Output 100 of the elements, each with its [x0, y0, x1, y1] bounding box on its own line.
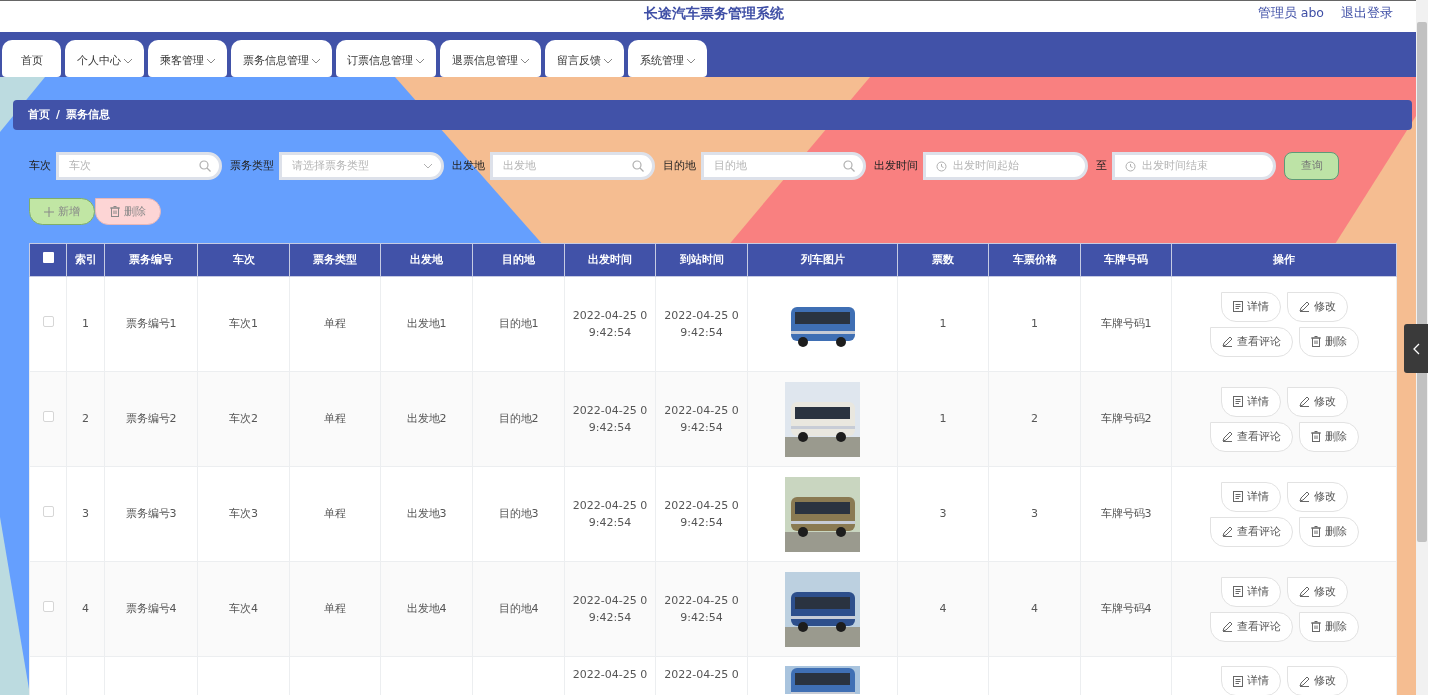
caret-icon: [423, 163, 433, 169]
search-icon: [632, 160, 644, 172]
edit-button[interactable]: 修改: [1286, 386, 1348, 417]
nav-tab[interactable]: 首页: [2, 40, 61, 77]
document-icon: [1232, 491, 1243, 502]
table-cell: 2022-04-25 09:42:54: [572, 594, 648, 624]
table-cell: 2: [82, 411, 89, 425]
filter-label: 至: [1096, 158, 1107, 174]
filter-label: 出发地: [452, 158, 485, 174]
table-cell: 目的地4: [498, 601, 539, 615]
delete-button[interactable]: 删除: [1298, 326, 1359, 357]
table-cell: 4: [939, 601, 947, 615]
table-cell: 1: [1031, 316, 1038, 330]
breadcrumb-link[interactable]: 首页: [28, 107, 50, 123]
edit-button[interactable]: 修改: [1286, 291, 1348, 322]
column-header: 列车图片: [747, 243, 898, 277]
details-button[interactable]: 详情: [1220, 291, 1281, 322]
table-cell: 4: [82, 601, 89, 615]
search-icon: [199, 160, 211, 172]
trash-icon: [110, 206, 120, 217]
logout-link[interactable]: 退出登录: [1341, 4, 1393, 23]
app-title: 长途汽车票务管理系统: [644, 4, 784, 23]
table-cell: 车次4: [229, 601, 258, 615]
edit-button[interactable]: 查看评论: [1209, 516, 1293, 547]
clock-icon: [936, 160, 947, 172]
document-icon: [1232, 586, 1243, 597]
side-panel-toggle[interactable]: [1404, 324, 1428, 373]
row-checkbox[interactable]: [42, 505, 54, 517]
table-cell: 出发地3: [406, 506, 447, 520]
select-all-checkbox[interactable]: [42, 252, 54, 264]
table-cell: 3: [939, 506, 947, 520]
table-cell: 2022-04-25 09:42:54: [664, 404, 739, 434]
table-cell: 出发地1: [406, 316, 447, 330]
table-cell: 2022-04-25 09:42:54: [572, 309, 648, 339]
details-button[interactable]: 详情: [1220, 481, 1281, 512]
edit-button[interactable]: 查看评论: [1209, 611, 1293, 642]
table-cell: 单程: [324, 601, 346, 615]
nav-tab[interactable]: 乘客管理: [148, 40, 227, 77]
table-cell: 3: [1031, 506, 1038, 520]
table-cell: 车牌号码4: [1100, 601, 1152, 615]
row-checkbox[interactable]: [42, 315, 54, 327]
edit-button[interactable]: 修改: [1286, 481, 1348, 512]
column-header: 目的地: [472, 243, 565, 277]
pen-icon: [1221, 431, 1233, 442]
table-cell: 车次3: [229, 506, 258, 520]
details-button[interactable]: 详情: [1220, 386, 1281, 417]
details-button[interactable]: 详情: [1220, 666, 1281, 695]
table-cell: 2022-04-25 09:42:54: [572, 499, 648, 529]
table-cell: 票务编号4: [125, 601, 177, 615]
trash-icon: [1310, 336, 1321, 347]
table-cell: 2022-04-25 0: [572, 668, 648, 681]
nav-tab[interactable]: 系统管理: [628, 40, 707, 77]
table-cell: 2: [1031, 411, 1038, 425]
table-cell: 2022-04-25 09:42:54: [664, 594, 739, 624]
delete-button[interactable]: 删除: [1298, 421, 1359, 452]
column-header: 票数: [897, 243, 989, 277]
nav-tab[interactable]: 票务信息管理: [231, 40, 332, 77]
nav-tab[interactable]: 个人中心: [65, 40, 144, 77]
column-header: 操作: [1171, 243, 1397, 277]
trash-icon: [1310, 526, 1321, 537]
filter-label: 票务类型: [230, 158, 274, 174]
breadcrumb-current: 票务信息: [65, 107, 110, 123]
pen-icon: [1298, 586, 1310, 597]
table-cell: 2022-04-25 0: [664, 668, 739, 681]
row-checkbox[interactable]: [42, 600, 54, 612]
table-cell: 票务编号3: [125, 506, 177, 520]
nav-tab[interactable]: 订票信息管理: [336, 40, 436, 77]
row-checkbox[interactable]: [42, 410, 54, 422]
document-icon: [1232, 396, 1243, 407]
filter-label: 车次: [29, 158, 51, 174]
table-cell: 票务编号1: [125, 316, 177, 330]
column-header: 车牌号码: [1080, 243, 1172, 277]
edit-button[interactable]: 修改: [1286, 666, 1348, 695]
scrollbar[interactable]: [1416, 0, 1428, 695]
table-cell: 车牌号码3: [1100, 506, 1152, 520]
table-cell: 车牌号码2: [1100, 411, 1152, 425]
trash-icon: [1310, 431, 1321, 442]
column-header: 车票价格: [988, 243, 1081, 277]
delete-button[interactable]: 删除: [1298, 611, 1359, 642]
pen-icon: [1221, 526, 1233, 537]
filter-label: 目的地: [663, 158, 696, 174]
nav-tab[interactable]: 留言反馈: [545, 40, 624, 77]
table-cell: 目的地2: [498, 411, 539, 425]
table-cell: 2022-04-25 09:42:54: [664, 309, 739, 339]
clock-icon: [1125, 160, 1136, 172]
table-cell: 出发地4: [406, 601, 447, 615]
edit-button[interactable]: 查看评论: [1209, 326, 1293, 357]
table-cell: 1: [82, 316, 89, 330]
details-button[interactable]: 详情: [1220, 576, 1281, 607]
scrollbar-thumb[interactable]: [1417, 22, 1427, 542]
column-header: 出发时间: [564, 243, 656, 277]
table-cell: 1: [939, 411, 947, 425]
delete-button[interactable]: 删除: [1298, 516, 1359, 547]
filter-label: 出发时间: [874, 158, 918, 174]
table-cell: 车次1: [229, 316, 258, 330]
edit-button[interactable]: 修改: [1286, 576, 1348, 607]
table-cell: 2022-04-25 09:42:54: [664, 499, 739, 529]
pen-icon: [1298, 675, 1310, 687]
nav-tab[interactable]: 退票信息管理: [440, 40, 541, 77]
edit-button[interactable]: 查看评论: [1209, 421, 1293, 452]
